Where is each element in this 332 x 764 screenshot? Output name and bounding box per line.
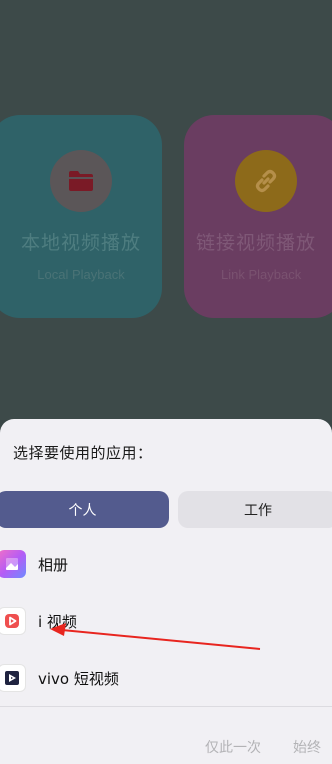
link-icon [235, 150, 297, 212]
i-video-icon [0, 607, 26, 635]
album-icon [0, 550, 26, 578]
link-playback-title: 链接视频播放 [196, 232, 317, 254]
app-item-i-video[interactable]: i 视频 [0, 599, 332, 643]
chooser-title: 选择要使用的应用： [13, 444, 153, 462]
footer-divider [0, 706, 332, 707]
tab-work-label: 工作 [244, 502, 272, 519]
tab-personal-label: 个人 [68, 502, 97, 519]
local-playback-subtitle: Local Playback [37, 267, 125, 282]
tab-personal[interactable]: 个人 [0, 491, 169, 528]
app-label-album: 相册 [38, 555, 69, 574]
background-app: 本地视频播放 Local Playback 链接视频播放 Link Playba… [0, 0, 332, 420]
local-playback-title: 本地视频播放 [20, 232, 141, 254]
local-playback-card: 本地视频播放 Local Playback [0, 115, 162, 318]
app-label-vivo-short-video: vivo 短视频 [38, 669, 119, 688]
app-label-i-video: i 视频 [38, 612, 77, 631]
app-item-vivo-short-video[interactable]: vivo 短视频 [0, 656, 332, 700]
link-playback-subtitle: Link Playback [221, 267, 302, 282]
just-once-button[interactable]: 仅此一次 [205, 737, 261, 757]
app-item-album[interactable]: 相册 [0, 542, 332, 586]
profile-tabs: 个人 工作 [0, 491, 332, 528]
link-playback-card: 链接视频播放 Link Playback [184, 115, 332, 318]
folder-icon [50, 150, 112, 212]
vivo-short-video-icon [0, 664, 26, 692]
tab-work[interactable]: 工作 [178, 491, 332, 528]
app-chooser-sheet: 选择要使用的应用： 个人 工作 相册 i 视频 vivo 短视频 仅此一次 始终 [0, 419, 332, 764]
always-button[interactable]: 始终 [293, 737, 321, 757]
